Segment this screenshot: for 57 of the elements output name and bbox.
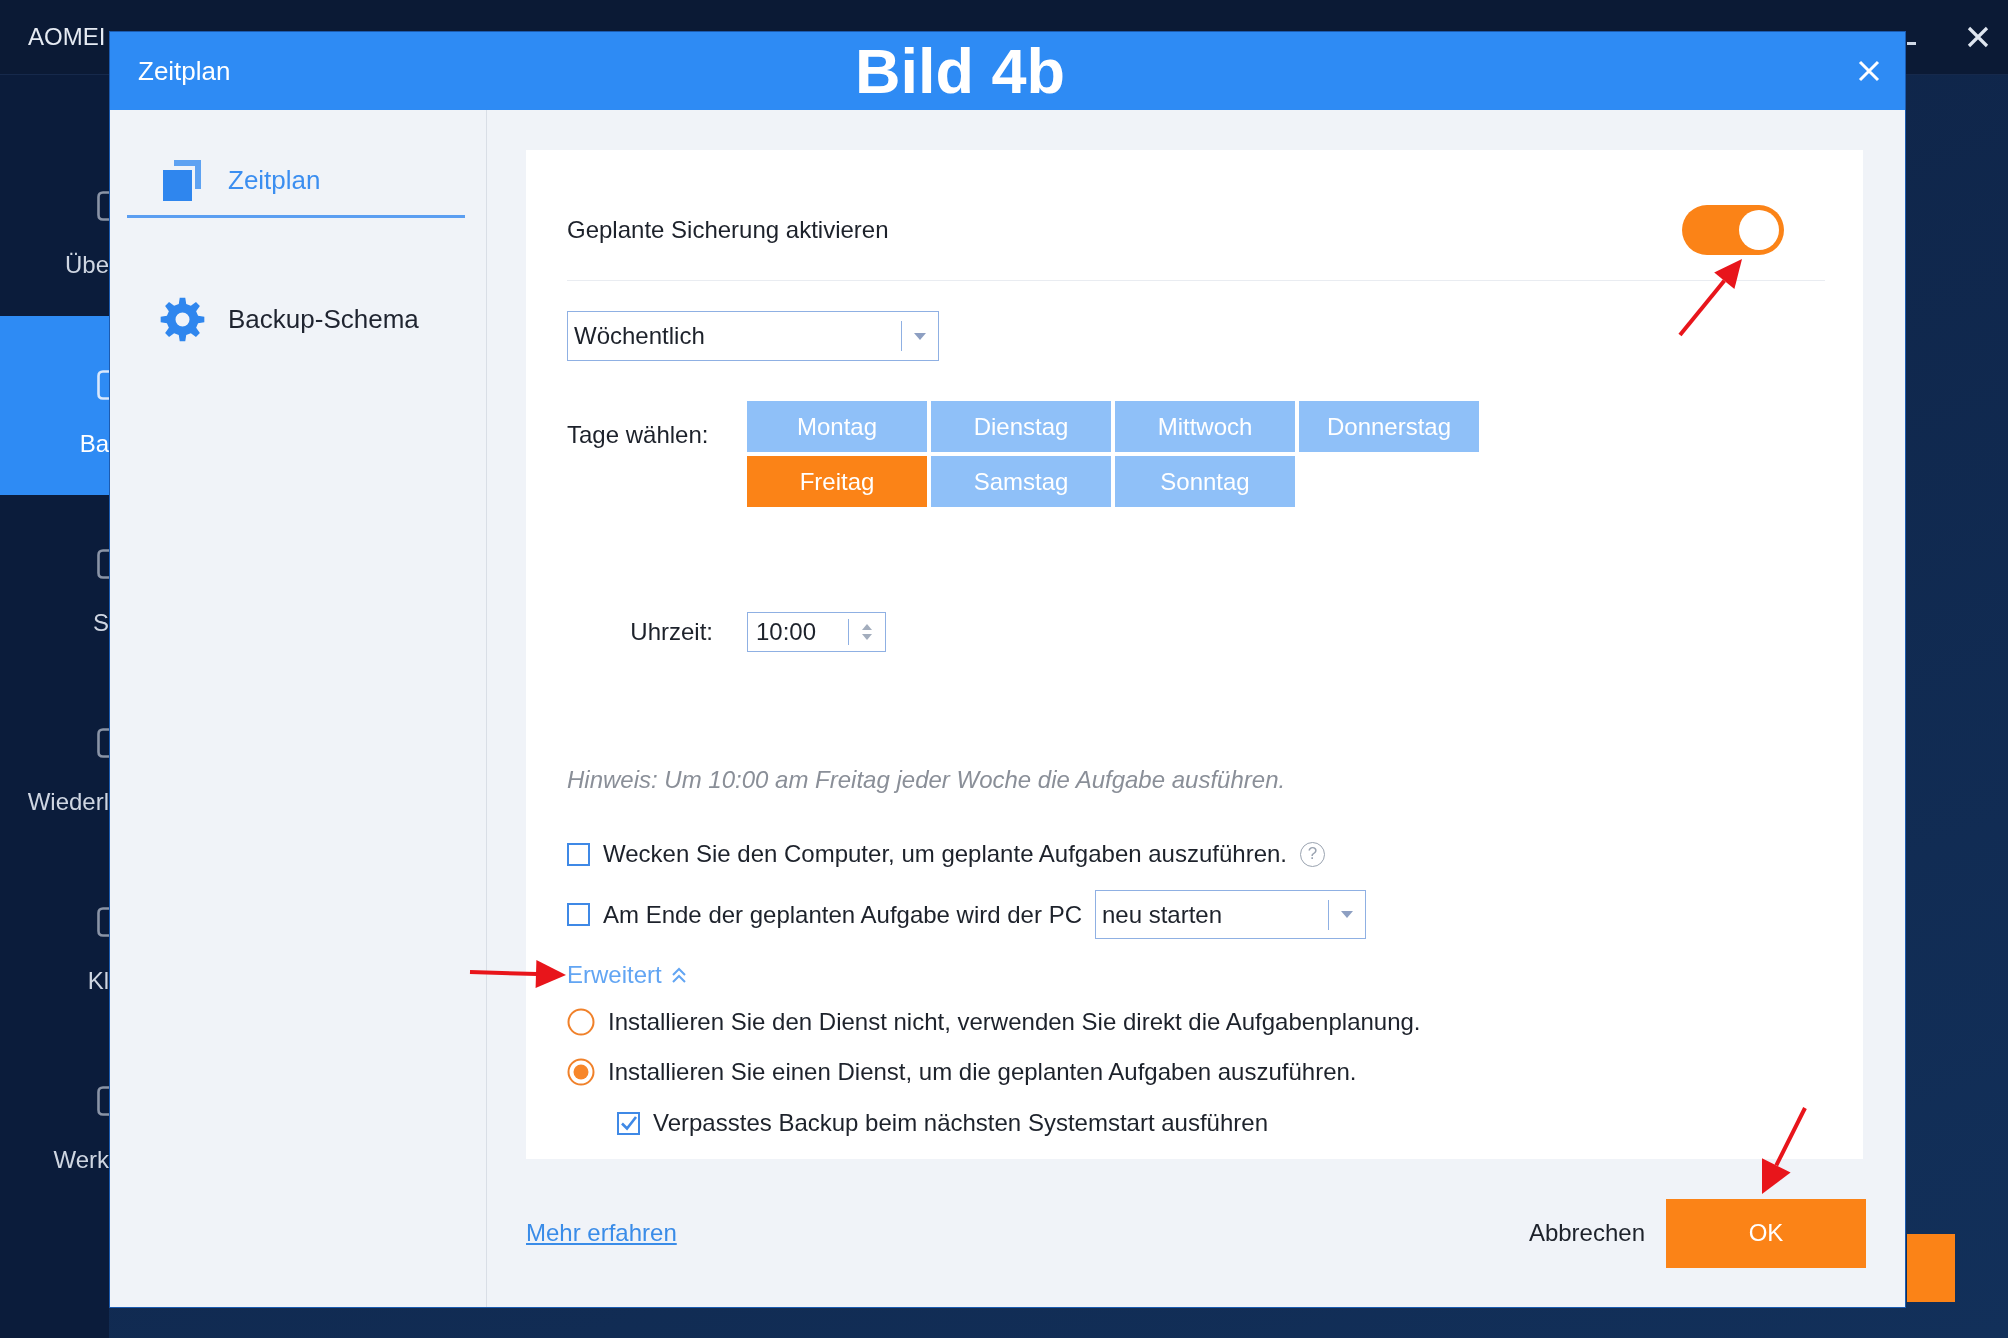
checkbox-label: Verpasstes Backup beim nächsten Systemstart ausführen [653,1108,1268,1138]
day-button[interactable]: Donnerstag [1299,401,1479,452]
caret-icon [914,332,926,340]
sidebar-item[interactable]: Wiederl [0,674,109,853]
spin-arrows-icon [861,623,873,641]
bracket-icon [97,370,109,400]
figure-label: Bild 4b [855,40,1065,103]
close-icon[interactable] [1967,26,1989,48]
app-title: AOMEI [28,22,106,52]
sidebar-item[interactable]: Werk [0,1032,109,1211]
ok-button[interactable]: OK [1666,1198,1866,1268]
action-dropdown[interactable]: neu starten [1094,890,1366,939]
frequency-dropdown[interactable]: Wöchentlich [567,311,939,361]
close-button[interactable] [1858,60,1880,82]
checkbox-label: Wecken Sie den Computer, um geplante Aufgaben auszuführen. [603,839,1287,869]
double-chevron-up-icon [671,967,686,983]
bracket-icon [97,549,109,579]
toggle-switch[interactable] [1682,205,1784,255]
day-button[interactable]: Montag [747,401,927,452]
cancel-button[interactable]: Abbrechen [1528,1219,1645,1247]
advanced-link[interactable]: Erweitert [567,960,686,990]
dialog-title: Zeitplan [138,55,231,87]
pages-icon [163,159,201,201]
gear-icon [160,296,205,342]
day-button[interactable]: Sonntag [1115,456,1295,507]
arrow-icon [468,958,568,990]
checkbox-label: Am Ende der geplanten Aufgabe wird der PC [603,899,1082,930]
sidebar-item[interactable]: Kl [0,853,109,1032]
close-icon [1858,60,1880,82]
checkbox[interactable] [567,842,590,866]
checkbox[interactable] [617,1111,640,1135]
bracket-icon [97,728,109,758]
day-button[interactable]: Samstag [931,456,1111,507]
radio-label: Installieren Sie einen Dienst, um die geplanten Aufgaben auszuführen. [608,1057,1357,1087]
day-button[interactable]: Freitag [747,456,927,507]
caret-icon [1340,911,1353,918]
bracket-icon [97,191,109,221]
checkbox[interactable] [567,903,590,926]
days-label: Tage wählen: [567,420,710,450]
time-spinner[interactable]: 10:00 [747,612,886,652]
learn-more-link[interactable]: Mehr erfahren [526,1219,677,1247]
radio-button[interactable] [567,1058,595,1086]
bracket-icon [97,1086,109,1116]
minimize-icon[interactable] [1907,41,1916,45]
bracket-icon [97,907,109,937]
sidebar-item[interactable]: S [0,495,109,674]
radio-button[interactable] [567,1008,595,1036]
setting-label: Geplante Sicherung aktivieren [567,215,889,245]
time-label: Uhrzeit: [629,617,714,647]
day-button[interactable]: Mittwoch [1115,401,1295,452]
sidebar-item[interactable]: Ba [0,316,109,495]
radio-label: Installieren Sie den Dienst nicht, verwenden Sie direkt die Aufgabenplanung. [608,1007,1421,1037]
nav-tab[interactable]: Backup-Schema [127,284,465,357]
nav-tab[interactable]: Zeitplan [127,145,465,218]
sidebar-item[interactable]: Übe [0,137,109,316]
hint-text: Hinweis: Um 10:00 am Freitag jeder Woche die Aufgabe ausführen. [567,765,1287,795]
day-button[interactable]: Dienstag [931,401,1111,452]
